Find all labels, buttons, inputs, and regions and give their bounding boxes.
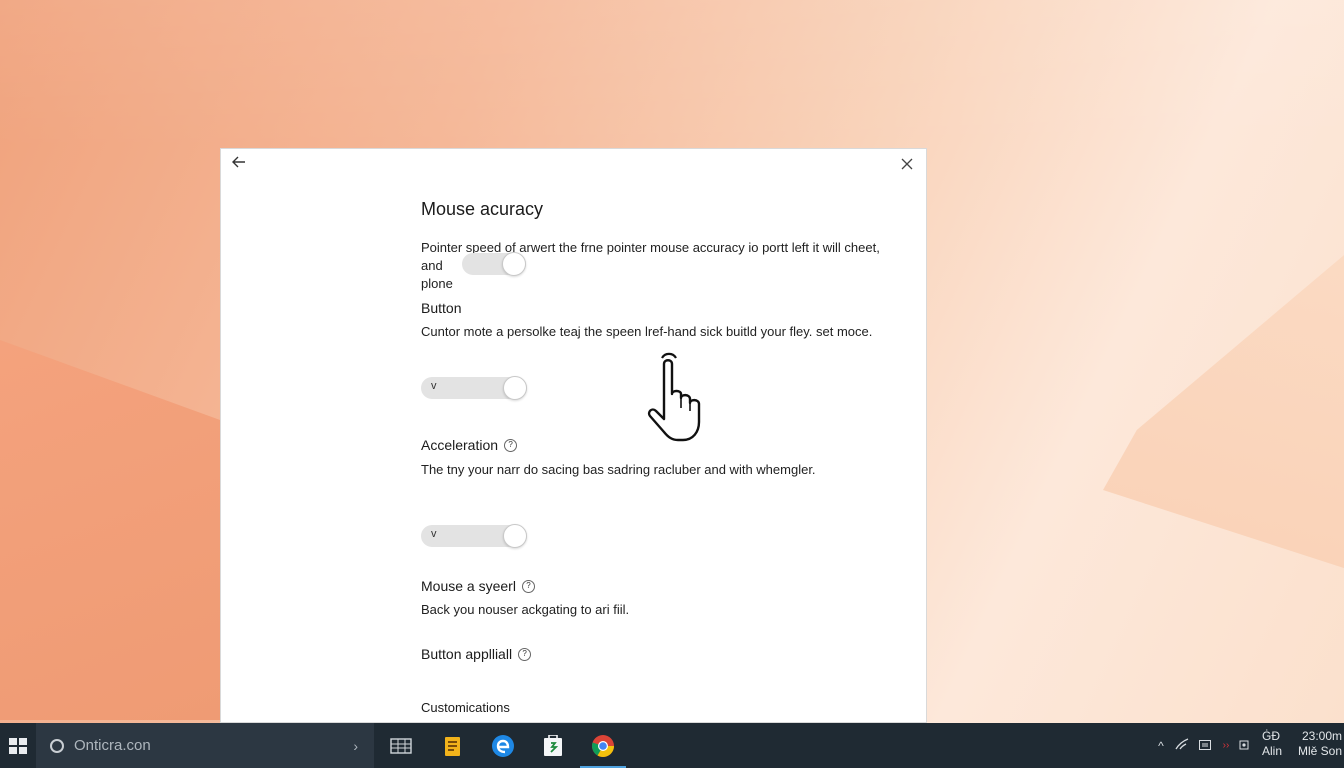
file-explorer-icon[interactable] <box>438 731 468 761</box>
chevron-right-icon: › <box>353 737 358 754</box>
info-icon[interactable]: ? <box>518 647 532 661</box>
windows-logo-icon <box>9 737 27 754</box>
section-description-acceleration: The tny your narr do sacing bas sadring … <box>421 462 816 477</box>
language-indicator[interactable]: ĠĐ Alin <box>1262 729 1282 759</box>
section-heading-label: Button applliall <box>421 646 513 662</box>
wallpaper-shape-left <box>0 340 230 720</box>
back-arrow-icon[interactable] <box>229 155 249 173</box>
acceleration-toggle[interactable]: v <box>421 524 527 548</box>
section-heading-label: Acceleration <box>421 437 499 453</box>
wallpaper-sheen <box>0 0 1344 150</box>
section-description-button: Cuntor mote a persolke teaj the speen lr… <box>421 324 873 339</box>
taskbar-search-box[interactable]: Onticra.con › <box>36 723 374 768</box>
language-top: ĠĐ <box>1262 729 1280 743</box>
language-bottom: Alin <box>1262 744 1283 758</box>
section-heading-label: Customications <box>421 700 510 715</box>
chevron-down-icon: v <box>431 528 437 540</box>
section-heading-customications: Customications <box>421 700 510 715</box>
start-button[interactable] <box>0 723 36 768</box>
notification-flag-icon[interactable]: ›› <box>1216 740 1236 751</box>
pointer-accuracy-toggle[interactable] <box>462 252 526 276</box>
window-titlebar <box>221 149 926 179</box>
info-icon[interactable]: ? <box>521 579 535 593</box>
page-title: Mouse acuracy <box>421 199 544 219</box>
task-view-icon[interactable] <box>386 731 416 761</box>
edge-icon[interactable] <box>488 731 518 761</box>
info-icon[interactable]: ? <box>504 438 518 452</box>
section-heading-acceleration: Acceleration ? <box>421 437 518 453</box>
clock-time: 23:00m <box>1301 729 1342 743</box>
section-heading-button-apply: Button applliall ? <box>421 646 532 662</box>
wallpaper-shape-right <box>1103 250 1344 570</box>
toggle-knob <box>503 376 527 400</box>
taskbar: Onticra.con › ^ ›› ĠĐ Alin 23:00m Mlě So… <box>0 723 1344 768</box>
close-icon[interactable] <box>896 154 918 174</box>
toggle-knob <box>502 252 526 276</box>
chevron-down-icon: v <box>431 380 437 392</box>
section-heading-mouse-speed: Mouse a syeerl ? <box>421 578 535 594</box>
volume-icon[interactable] <box>1236 739 1252 753</box>
settings-window: Mouse acuracy Pointer speed of arwert th… <box>220 148 927 723</box>
section-heading-button: Button <box>421 300 461 316</box>
store-icon[interactable] <box>538 731 568 761</box>
hand-pointer-cursor-icon <box>640 350 724 448</box>
system-tray: ^ ›› <box>1152 723 1252 768</box>
section-description-mouse-speed: Back you nouser ackgating to ari fiil. <box>421 602 630 617</box>
search-placeholder: Onticra.con <box>74 737 151 754</box>
clock-date: Mlě Son <box>1297 744 1342 758</box>
section-heading-label: Mouse a syeerl <box>421 578 516 594</box>
network-icon[interactable] <box>1170 738 1194 753</box>
taskbar-clock[interactable]: 23:00m Mlě Son <box>1294 729 1342 759</box>
toggle-knob <box>503 524 527 548</box>
chevron-up-icon[interactable]: ^ <box>1152 739 1170 753</box>
battery-icon[interactable] <box>1194 739 1216 753</box>
section-heading-label: Button <box>421 300 462 316</box>
search-icon <box>50 738 64 753</box>
button-toggle[interactable]: v <box>421 376 527 400</box>
chrome-icon[interactable] <box>588 731 618 761</box>
intro-tail: plone <box>421 276 453 291</box>
